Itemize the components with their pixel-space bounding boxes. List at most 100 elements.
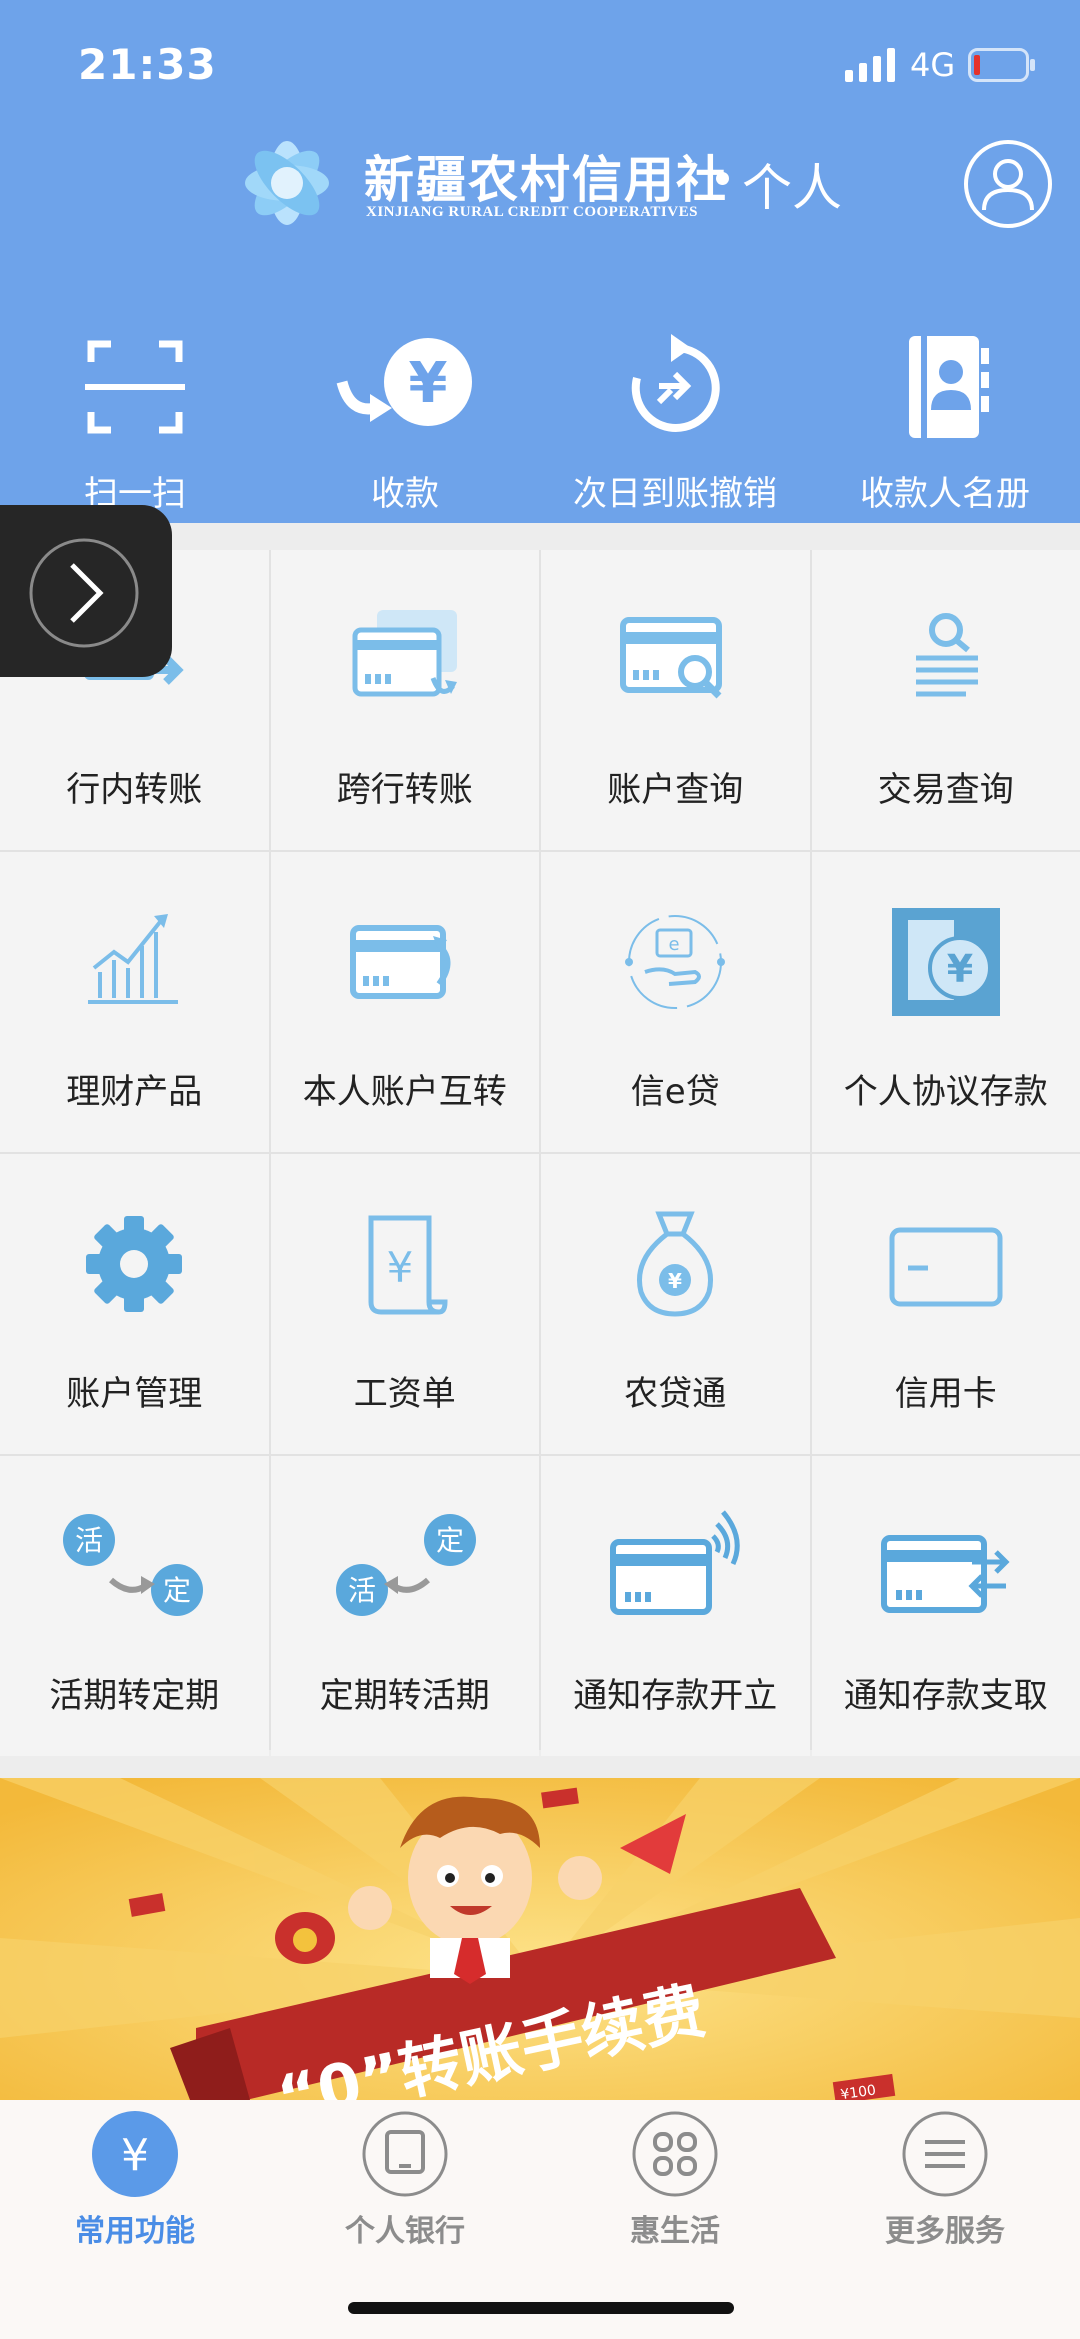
signal-strength-icon [845, 48, 895, 82]
tab-personal-banking[interactable]: 个人银行 [270, 2100, 540, 2250]
grid-item-notice-deposit-open[interactable]: 通知存款开立 [541, 1456, 810, 1756]
grid-item-label: 通知存款开立 [573, 1676, 778, 1716]
fixed-to-current-icon: 定 活 [335, 1514, 476, 1616]
credit-card-icon [889, 1227, 1003, 1307]
grid-item-label: 信e贷 [630, 1072, 720, 1112]
menu-icon [902, 2111, 988, 2197]
quick-action-label: 收款 [371, 474, 439, 514]
scan-icon [85, 340, 185, 434]
grid-item-inter-bank-transfer[interactable]: 跨行转账 [270, 550, 539, 850]
quick-action-scan[interactable]: 扫一扫 [0, 320, 270, 520]
flower-logo-icon [245, 141, 329, 225]
badge-huo: 活 [348, 1574, 376, 1607]
current-to-fixed-icon: 活 定 [63, 1514, 204, 1616]
grid-item-agri-loan[interactable]: ¥ 农贷通 [541, 1154, 810, 1454]
inter-bank-transfer-icon [352, 610, 457, 697]
grid-item-account-management[interactable]: 账户管理 [0, 1154, 269, 1454]
notice-deposit-withdraw-icon [880, 1535, 1010, 1613]
grid-item-label: 定期转活期 [319, 1676, 490, 1716]
quick-action-payee-book[interactable]: 收款人名册 [810, 320, 1080, 520]
gear-icon [86, 1216, 183, 1312]
undo-transfer-icon [631, 334, 720, 432]
grid-item-fixed-to-current[interactable]: 定 活 定期转活期 [270, 1456, 539, 1756]
brand-separator-dot [716, 172, 729, 185]
brand-suffix: 个人 [742, 159, 842, 217]
grid-item-label: 行内转账 [66, 770, 203, 810]
brand-name-cn: 新疆农村信用社 [364, 150, 728, 209]
grid-item-label: 账户管理 [66, 1374, 203, 1414]
grid-item-label: 账户查询 [607, 770, 744, 810]
payslip-icon: ¥ [368, 1215, 448, 1315]
grid-item-own-account-transfer[interactable]: 本人账户互转 [270, 852, 539, 1152]
grid-item-label: 通知存款支取 [843, 1676, 1048, 1716]
account-query-icon [620, 617, 723, 699]
home-indicator[interactable] [348, 2302, 734, 2314]
grid-item-label: 跨行转账 [336, 770, 473, 810]
battery-icon [968, 48, 1035, 82]
chevron-right-icon [29, 538, 139, 648]
svg-text:e: e [669, 934, 680, 955]
tab-more-services[interactable]: 更多服务 [810, 2100, 1080, 2250]
status-bar: 21:33 4G [0, 0, 1080, 130]
receive-money-icon: ¥ [336, 338, 472, 426]
transaction-query-icon [915, 613, 978, 697]
grid-item-agreement-deposit[interactable]: ¥ 个人协议存款 [811, 852, 1080, 1152]
yuan-icon: ¥ [92, 2111, 178, 2197]
user-icon [982, 159, 1034, 211]
own-account-transfer-icon [349, 925, 451, 999]
grid-item-credit-card[interactable]: 信用卡 [811, 1154, 1080, 1454]
header: 21:33 4G 新疆农村信用社 XINJIANG RURAL CREDIT C… [0, 0, 1080, 523]
tablet-icon [362, 2111, 448, 2197]
grid-item-label: 理财产品 [66, 1072, 203, 1112]
svg-text:¥: ¥ [386, 1243, 413, 1292]
grid-item-label: 农贷通 [624, 1374, 727, 1414]
grid-item-label: 个人协议存款 [843, 1072, 1048, 1112]
grid-item-current-to-fixed[interactable]: 活 定 活期转定期 [0, 1456, 269, 1756]
status-time: 21:33 [78, 40, 217, 89]
svg-text:¥: ¥ [668, 1269, 682, 1293]
grid-item-notice-deposit-withdraw[interactable]: 通知存款支取 [811, 1456, 1080, 1756]
badge-ding: 定 [163, 1574, 191, 1607]
svg-text:¥: ¥ [121, 2130, 149, 2181]
grid-item-label: 工资单 [353, 1374, 456, 1414]
brand-name-en: XINJIANG RURAL CREDIT COOPERATIVES [366, 204, 698, 220]
e-loan-icon: e [625, 915, 726, 1009]
svg-text:¥: ¥ [947, 947, 973, 991]
quick-action-receive[interactable]: ¥ 收款 [270, 320, 540, 520]
grid-item-label: 本人账户互转 [302, 1072, 507, 1112]
grid-item-e-loan[interactable]: e 信e贷 [541, 852, 810, 1152]
quick-actions: 扫一扫 ¥ 收款 次日到账撤销 收款人名册 [0, 320, 1080, 520]
apps-grid-icon [632, 2111, 718, 2197]
grid-item-label: 活期转定期 [49, 1676, 220, 1716]
floating-expand-button[interactable] [0, 505, 172, 677]
tab-label: 常用功能 [75, 2214, 195, 2249]
quick-action-undo-transfer[interactable]: 次日到账撤销 [540, 320, 810, 520]
brand: 新疆农村信用社 XINJIANG RURAL CREDIT COOPERATIV… [232, 128, 852, 238]
grid-item-wealth-products[interactable]: 理财产品 [0, 852, 269, 1152]
badge-huo: 活 [75, 1524, 103, 1557]
function-grid: 行内转账 跨行转账 账户查询 交易查询 理财产品 本人账户互转 e 信e贷 ¥ … [0, 550, 1080, 1756]
grid-item-transaction-query[interactable]: 交易查询 [811, 550, 1080, 850]
tab-common-functions[interactable]: ¥ 常用功能 [0, 2100, 270, 2250]
contact-book-icon [909, 336, 989, 438]
grid-item-label: 交易查询 [877, 770, 1014, 810]
quick-action-label: 次日到账撤销 [573, 474, 777, 514]
money-bag-icon: ¥ [637, 1211, 714, 1317]
tab-label: 惠生活 [630, 2214, 720, 2249]
tab-label: 个人银行 [345, 2214, 465, 2249]
promo-banner-art: ¥100 “0”转账手续费 [0, 1778, 1080, 2100]
promo-banner[interactable]: ¥100 “0”转账手续费 [0, 1778, 1080, 2100]
network-type: 4G [910, 46, 956, 84]
wealth-products-icon [88, 914, 179, 1004]
grid-item-payslip[interactable]: ¥ 工资单 [270, 1154, 539, 1454]
notice-deposit-open-icon [610, 1510, 740, 1615]
badge-ding: 定 [436, 1524, 464, 1557]
tab-life-benefits[interactable]: 惠生活 [540, 2100, 810, 2250]
svg-text:¥: ¥ [409, 351, 448, 416]
profile-avatar-button[interactable] [964, 140, 1052, 228]
quick-action-label: 收款人名册 [860, 474, 1030, 514]
tab-label: 更多服务 [885, 2214, 1005, 2249]
grid-item-account-query[interactable]: 账户查询 [541, 550, 810, 850]
grid-item-label: 信用卡 [894, 1374, 997, 1414]
agreement-deposit-icon: ¥ [891, 908, 1000, 1016]
